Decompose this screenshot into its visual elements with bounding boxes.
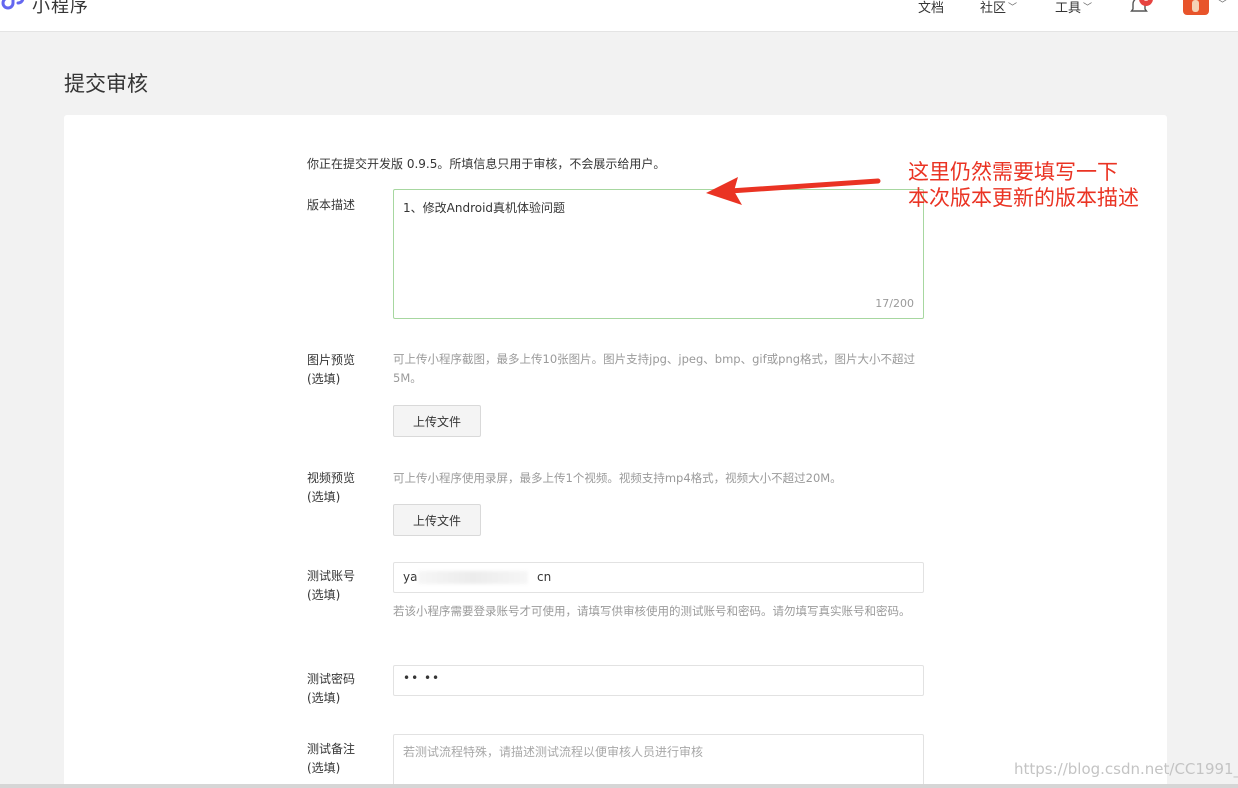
test-notes-placeholder: 若测试流程特殊，请描述测试流程以便审核人员进行审核 — [403, 745, 704, 759]
chevron-down-icon: ﹀ — [1083, 3, 1093, 13]
version-desc-value: 1、修改Android真机体验问题 — [403, 201, 566, 215]
test-password-value: •• •• — [403, 671, 441, 685]
chevron-down-icon: ﹀ — [1008, 3, 1018, 13]
test-notes-textarea[interactable]: 若测试流程特殊，请描述测试流程以便审核人员进行审核 — [393, 734, 924, 788]
test-account-input[interactable]: ya cn — [393, 562, 924, 593]
version-desc-label-text: 版本描述 — [307, 198, 356, 212]
test-password-input[interactable]: •• •• — [393, 665, 924, 696]
test-password-label-line2: (选填) — [307, 691, 341, 705]
test-notes-label-line1: 测试备注 — [307, 742, 356, 756]
app-name: 小程序 — [32, 0, 89, 17]
test-account-hint: 若该小程序需要登录账号才可使用，请填写供审核使用的测试账号和密码。请勿填写真实账… — [393, 604, 911, 618]
video-preview-label-line1: 视频预览 — [307, 471, 356, 485]
video-preview-label: 视频预览 (选填) — [307, 469, 355, 507]
top-nav-bar: 小程序 文档 社区﹀ 工具﹀ 8 ﹀ — [0, 0, 1238, 32]
page-title: 提交审核 — [64, 72, 148, 96]
image-preview-label-line1: 图片预览 — [307, 353, 356, 367]
test-account-value-suffix: cn — [537, 570, 552, 584]
test-account-value-prefix: ya — [403, 570, 418, 584]
image-preview-label-line2: (选填) — [307, 372, 341, 386]
annotation-arrow-icon — [706, 177, 881, 205]
test-password-label: 测试密码 (选填) — [307, 670, 355, 708]
mini-program-logo-icon — [1, 0, 25, 10]
form-intro: 你正在提交开发版 0.9.5。所填信息只用于审核，不会展示给用户。 — [307, 157, 666, 171]
nav-tools[interactable]: 工具 ﹀ — [1055, 0, 1092, 16]
avatar[interactable] — [1183, 0, 1209, 15]
nav-tools-label: 工具 — [1055, 1, 1082, 16]
test-account-label-line2: (选填) — [307, 588, 341, 602]
test-password-label-line1: 测试密码 — [307, 672, 356, 686]
redaction-blur — [418, 571, 528, 584]
window-bottom-edge — [0, 784, 1238, 788]
version-desc-label: 版本描述 — [307, 196, 355, 215]
char-counter: 17/200 — [875, 297, 914, 310]
test-account-label-line1: 测试账号 — [307, 569, 356, 583]
nav-docs-label: 文档 — [918, 1, 945, 16]
test-notes-label-line2: (选填) — [307, 761, 341, 775]
test-account-label: 测试账号 (选填) — [307, 567, 355, 605]
annotation-line1: 这里仍然需要填写一下 — [908, 160, 1118, 184]
image-preview-label: 图片预览 (选填) — [307, 351, 355, 389]
watermark: https://blog.csdn.net/CC1991_ — [1014, 760, 1238, 778]
image-preview-hint: 可上传小程序截图，最多上传10张图片。图片支持jpg、jpeg、bmp、gif或… — [393, 352, 916, 385]
annotation-line2: 本次版本更新的版本描述 — [908, 186, 1139, 210]
upload-video-button[interactable]: 上传文件 — [393, 504, 481, 536]
app-logo[interactable]: 小程序 — [0, 0, 89, 18]
video-preview-label-line2: (选填) — [307, 490, 341, 504]
nav-community[interactable]: 社区 ﹀ — [980, 0, 1017, 16]
chevron-down-icon[interactable]: ﹀ — [1218, 0, 1227, 10]
nav-community-label: 社区 — [980, 1, 1007, 16]
nav-docs[interactable]: 文档 — [918, 0, 944, 16]
upload-image-button[interactable]: 上传文件 — [393, 405, 481, 437]
test-notes-label: 测试备注 (选填) — [307, 740, 355, 778]
annotation-text: 这里仍然需要填写一下 本次版本更新的版本描述 — [908, 159, 1139, 211]
video-preview-hint: 可上传小程序使用录屏，最多上传1个视频。视频支持mp4格式，视频大小不超过20M… — [393, 471, 842, 485]
